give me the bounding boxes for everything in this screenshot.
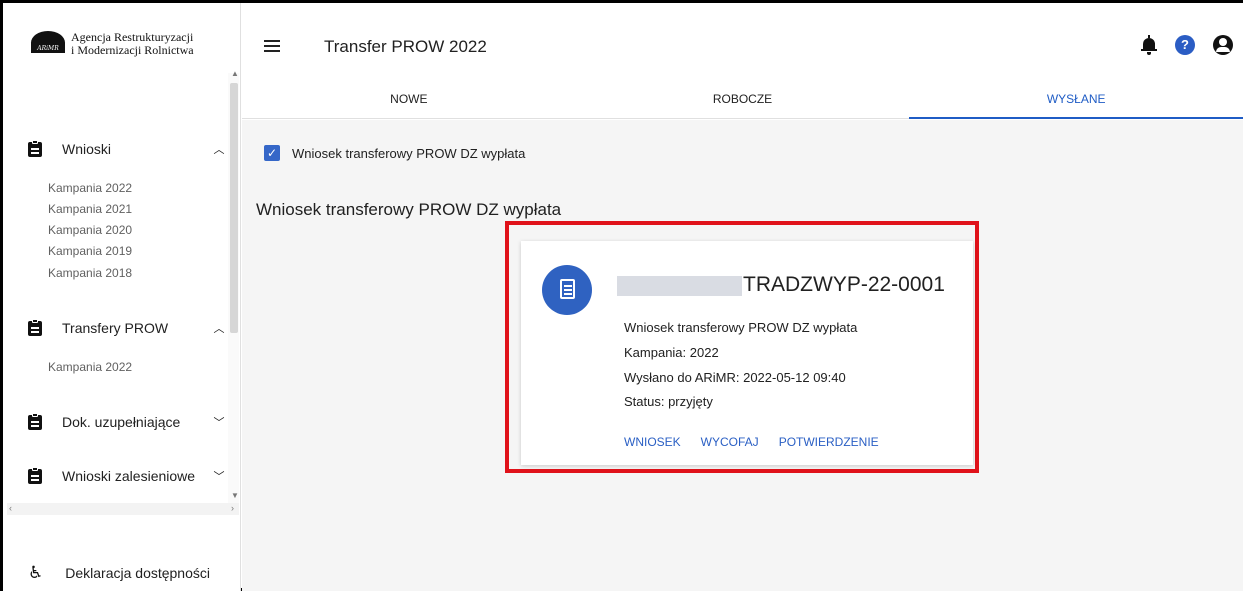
sidebar-horizontal-scrollbar[interactable]: [7, 503, 239, 515]
top-bar: Transfer PROW 2022 ?: [242, 3, 1243, 83]
sidebar-section-label: Wnioski zalesieniowe: [62, 467, 196, 484]
application-type: Wniosek transferowy PROW DZ wypłata: [624, 320, 858, 335]
chevron-up-icon[interactable]: ︿: [212, 320, 226, 336]
scroll-right-icon[interactable]: ›: [231, 503, 234, 513]
agency-name-line2: i Modernizacji Rolnictwa: [71, 43, 194, 57]
sidebar-item-wnioski-2021[interactable]: Kampania 2021: [48, 202, 132, 216]
sidebar-item-transfery-2022[interactable]: Kampania 2022: [48, 360, 132, 374]
sidebar-section-wnioski-zalesieniowe[interactable]: Wnioski zalesieniowe ﹀: [28, 467, 226, 484]
accessibility-icon: ♿: [28, 563, 44, 582]
arimr-logo[interactable]: ARiMR Agencja Restrukturyzacji i Moderni…: [31, 31, 194, 57]
menu-icon[interactable]: [264, 40, 280, 55]
tab-robocze[interactable]: ROBOCZE: [576, 83, 910, 118]
help-icon[interactable]: ?: [1175, 35, 1195, 55]
sidebar-section-label: Dok. uzupełniające: [62, 413, 181, 430]
section-title: Wniosek transferowy PROW DZ wypłata: [256, 200, 562, 219]
sidebar-section-label: Wnioski: [62, 140, 112, 157]
sidebar-item-wnioski-2022[interactable]: Kampania 2022: [48, 181, 132, 195]
bell-icon[interactable]: [1141, 35, 1157, 55]
clipboard-icon: [28, 413, 42, 430]
sidebar-section-label: Transfery PROW: [62, 319, 169, 336]
accessibility-declaration-link[interactable]: ♿ Deklaracja dostępności: [28, 563, 210, 583]
open-application-button[interactable]: WNIOSEK: [624, 435, 681, 449]
page-title: Transfer PROW 2022: [324, 37, 487, 56]
accessibility-declaration-label: Deklaracja dostępności: [65, 565, 210, 581]
application-card: TRADZWYP-22-0001 Wniosek transferowy PRO…: [521, 241, 973, 465]
clipboard-icon: [28, 319, 42, 336]
arimr-logo-mark: ARiMR: [31, 31, 65, 53]
sidebar-item-wnioski-2019[interactable]: Kampania 2019: [48, 244, 132, 258]
agency-name: Agencja Restrukturyzacji i Modernizacji …: [71, 31, 194, 57]
account-icon[interactable]: [1213, 35, 1233, 55]
sidebar-item-wnioski-2018[interactable]: Kampania 2018: [48, 266, 132, 280]
document-icon: [560, 279, 575, 299]
clipboard-icon: [28, 467, 42, 484]
tab-bar: NOWE ROBOCZE WYSŁANE: [242, 83, 1243, 119]
filter-checkbox[interactable]: ✓: [264, 145, 280, 161]
top-icons: ?: [1141, 35, 1233, 55]
scroll-left-icon[interactable]: ‹: [9, 503, 12, 513]
application-id: TRADZWYP-22-0001: [743, 273, 945, 296]
application-sent-date: Wysłano do ARiMR: 2022-05-12 09:40: [624, 370, 846, 385]
card-actions: WNIOSEK WYCOFAJ POTWIERDZENIE: [624, 435, 879, 449]
logo-abbr: ARiMR: [31, 44, 65, 53]
sidebar: ARiMR Agencja Restrukturyzacji i Moderni…: [3, 3, 241, 591]
sidebar-scrollbar-thumb[interactable]: [230, 83, 238, 333]
scroll-down-icon[interactable]: ▼: [231, 491, 239, 500]
redacted-identifier: [617, 276, 742, 296]
sidebar-item-wnioski-2020[interactable]: Kampania 2020: [48, 223, 132, 237]
tab-nowe[interactable]: NOWE: [242, 83, 576, 118]
confirmation-button[interactable]: POTWIERDZENIE: [779, 435, 879, 449]
sidebar-section-dok-uzupelniajace[interactable]: Dok. uzupełniające ﹀: [28, 413, 226, 430]
chevron-down-icon[interactable]: ﹀: [212, 468, 226, 484]
clipboard-icon: [28, 140, 42, 157]
sidebar-section-transfery-prow[interactable]: Transfery PROW ︿: [28, 319, 226, 336]
document-avatar: [542, 265, 592, 315]
application-campaign: Kampania: 2022: [624, 345, 719, 360]
sidebar-section-wnioski[interactable]: Wnioski ︿: [28, 140, 226, 157]
scroll-up-icon[interactable]: ▲: [231, 69, 239, 78]
chevron-down-icon[interactable]: ﹀: [212, 414, 226, 430]
tab-wyslane[interactable]: WYSŁANE: [909, 83, 1243, 119]
main-content: ✓ Wniosek transferowy PROW DZ wypłata Wn…: [242, 120, 1243, 591]
application-status: Status: przyjęty: [624, 394, 713, 409]
document-type-filter[interactable]: ✓ Wniosek transferowy PROW DZ wypłata: [264, 145, 525, 161]
withdraw-button[interactable]: WYCOFAJ: [701, 435, 759, 449]
chevron-up-icon[interactable]: ︿: [212, 141, 226, 157]
filter-label: Wniosek transferowy PROW DZ wypłata: [292, 145, 526, 161]
